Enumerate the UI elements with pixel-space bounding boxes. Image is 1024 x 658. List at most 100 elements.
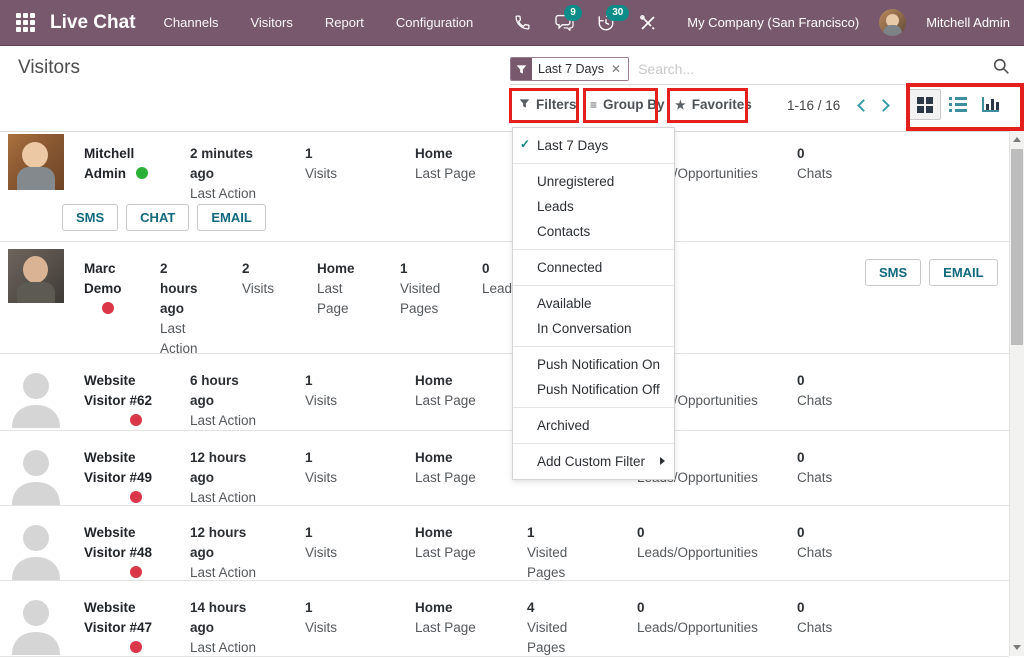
menu-divider <box>513 443 674 444</box>
tools-icon[interactable] <box>637 12 659 34</box>
menu-divider <box>513 249 674 250</box>
stat-chats: 0Chats <box>797 144 867 184</box>
nav-item-visitors[interactable]: Visitors <box>248 1 294 44</box>
submenu-arrow-icon <box>660 457 665 465</box>
phone-icon[interactable] <box>511 12 533 34</box>
filters-dropdown-menu: ✓Last 7 Days UnregisteredLeadsContacts Con… <box>512 127 675 480</box>
row-actions: SMS EMAIL <box>865 259 998 286</box>
favorites-star-icon: ★ <box>675 98 686 112</box>
visitor-name: Website Visitor #62 <box>84 371 162 431</box>
stat-last-page: HomeLast Page <box>415 144 495 184</box>
filter-option-push-notification-on[interactable]: Push Notification On <box>513 352 674 377</box>
email-button[interactable]: EMAIL <box>929 259 997 286</box>
status-dot-offline <box>130 491 142 503</box>
menu-divider <box>513 163 674 164</box>
stat-visited-pages: 1Visited Pages <box>527 523 597 583</box>
nav-item-configuration[interactable]: Configuration <box>394 1 475 44</box>
search-input[interactable] <box>638 61 993 77</box>
sms-button[interactable]: SMS <box>865 259 921 286</box>
graph-view-icon <box>982 97 999 112</box>
avatar-placeholder <box>8 591 64 655</box>
nav-item-channels[interactable]: Channels <box>162 1 221 44</box>
visitor-row-website-visitor-48[interactable]: Website Visitor #48 12 hours agoLast Act… <box>0 506 1009 581</box>
facet-remove-icon[interactable]: ✕ <box>610 58 628 80</box>
messages-badge: 9 <box>564 5 582 21</box>
visitor-row-website-visitor-62[interactable]: Website Visitor #62 6 hours agoLast Acti… <box>0 354 1009 431</box>
nav-item-report[interactable]: Report <box>323 1 366 44</box>
group-by-icon: ≡ <box>590 98 597 112</box>
company-switcher[interactable]: My Company (San Francisco) <box>687 15 859 30</box>
visitor-name: Mitchell Admin <box>84 144 162 184</box>
avatar-photo <box>8 134 64 190</box>
user-avatar[interactable] <box>879 9 906 36</box>
check-icon: ✓ <box>520 137 530 152</box>
stat-visits: 1Visits <box>305 371 395 411</box>
scrollbar-down-arrow[interactable] <box>1013 645 1021 650</box>
scrollbar-thumb[interactable] <box>1011 149 1023 345</box>
visitor-name: Website Visitor #48 <box>84 523 162 583</box>
messages-icon[interactable]: 9 <box>553 12 575 34</box>
list-view-icon <box>949 97 967 112</box>
pager-previous-button[interactable] <box>851 99 871 115</box>
visitor-row-mitchell-admin[interactable]: Mitchell Admin 2 minutes agoLast Action 1… <box>0 132 1009 242</box>
filter-option-available[interactable]: Available <box>513 291 674 316</box>
visitor-row-marc-demo[interactable]: Marc Demo 2 hours agoLast Action2VisitsH… <box>0 242 1009 354</box>
stat-last-action: 14 hours agoLast Action <box>190 598 266 658</box>
graph-view-button[interactable] <box>974 89 1007 120</box>
chat-button[interactable]: CHAT <box>126 204 189 231</box>
visitor-list: Mitchell Admin 2 minutes agoLast Action 1… <box>0 131 1009 656</box>
avatar-photo <box>8 249 64 303</box>
stat-last-action: 12 hours agoLast Action <box>190 448 266 508</box>
stat-visited-pages: 1Visited Pages <box>400 259 452 319</box>
filter-option-add-custom-filter[interactable]: Add Custom Filter <box>513 449 674 474</box>
search-facet: Last 7 Days ✕ <box>510 57 629 81</box>
filters-label: Filters <box>536 97 577 112</box>
scrollbar-up-arrow[interactable] <box>1013 137 1021 142</box>
filter-option-in-conversation[interactable]: In Conversation <box>513 316 674 341</box>
stat-chats: 0Chats <box>797 448 867 488</box>
stat-last-page: HomeLast Page <box>415 448 495 488</box>
app-title[interactable]: Live Chat <box>50 12 136 34</box>
stat-last-page: HomeLast Page <box>415 523 495 563</box>
status-dot-offline <box>102 302 114 314</box>
filter-funnel-icon <box>511 58 532 80</box>
pager-next-button[interactable] <box>877 99 897 115</box>
list-view-button[interactable] <box>941 89 974 120</box>
sms-button[interactable]: SMS <box>62 204 118 231</box>
nav-right: 9 30 My Company (San Francisco) Mitchell… <box>511 9 1024 36</box>
user-menu[interactable]: Mitchell Admin <box>926 15 1010 30</box>
kanban-view-button[interactable] <box>908 89 941 120</box>
visitor-row-website-visitor-47[interactable]: Website Visitor #47 14 hours agoLast Act… <box>0 581 1009 657</box>
menu-divider <box>513 407 674 408</box>
stat-leads-opportunities: 0Leads/Opportunities <box>637 598 797 638</box>
stat-visits: 2Visits <box>242 259 292 299</box>
filter-option-unregistered[interactable]: Unregistered <box>513 169 674 194</box>
email-button[interactable]: EMAIL <box>197 204 265 231</box>
pager-range: 1-16 / 16 <box>787 98 840 113</box>
kanban-view-icon <box>917 97 933 113</box>
stat-last-page: HomeLast Page <box>415 371 495 411</box>
group-by-button[interactable]: ≡ Group By <box>590 97 665 112</box>
favorites-label: Favorites <box>692 97 752 112</box>
filter-option-last-7-days[interactable]: ✓Last 7 Days <box>513 133 674 158</box>
search-icon[interactable] <box>993 58 1010 80</box>
favorites-button[interactable]: ★ Favorites <box>675 97 752 112</box>
filter-option-contacts[interactable]: Contacts <box>513 219 674 244</box>
filter-option-archived[interactable]: Archived <box>513 413 674 438</box>
visitor-row-website-visitor-49[interactable]: Website Visitor #49 12 hours agoLast Act… <box>0 431 1009 506</box>
filter-option-leads[interactable]: Leads <box>513 194 674 219</box>
stat-visits: 1Visits <box>305 144 395 184</box>
stat-last-action: 2 minutes agoLast Action <box>190 144 266 204</box>
stat-chats: 0Chats <box>797 523 867 563</box>
apps-menu-icon[interactable] <box>16 13 36 33</box>
stat-leads-opportunities: 0Leads/Opportunities <box>637 523 797 563</box>
filters-button[interactable]: Filters <box>519 97 577 112</box>
view-switcher <box>908 89 1007 120</box>
top-nav: Live Chat Channels Visitors Report Configur… <box>0 0 1024 46</box>
filter-option-push-notification-off[interactable]: Push Notification Off <box>513 377 674 402</box>
filter-option-connected[interactable]: Connected <box>513 255 674 280</box>
menu-divider <box>513 285 674 286</box>
activities-clock-icon[interactable]: 30 <box>595 12 617 34</box>
vertical-scrollbar[interactable] <box>1009 131 1024 656</box>
stat-visits: 1Visits <box>305 448 395 488</box>
